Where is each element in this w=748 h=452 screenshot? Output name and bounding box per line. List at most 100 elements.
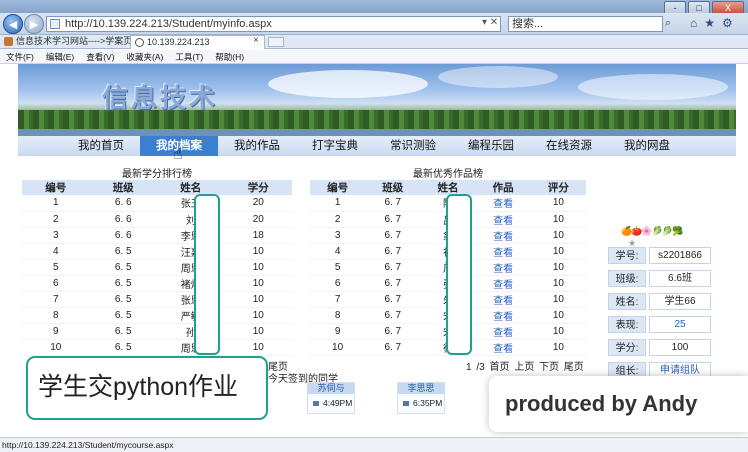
column-header: 姓名 (420, 180, 476, 195)
table-cell: 10 (530, 339, 586, 356)
table-row: 6 6. 5 褚炉 10 (22, 275, 292, 292)
scores-table: 编号 班级 姓名 学分 1 6. 6 张王 20 2 6. 6 刘 20 3 6. 6 李思 18 4 6. 5… (22, 180, 292, 356)
profile-field: 学分: 100 (608, 339, 711, 356)
menu-view[interactable]: 查看(V) (86, 50, 114, 63)
profile-value: s2201866 (649, 247, 711, 264)
profile-label: 姓名: (608, 293, 646, 310)
table-cell: 查看 (475, 259, 531, 276)
table-cell: 10 (530, 211, 586, 228)
table-cell: 6. 5 (89, 291, 157, 308)
view-work-link[interactable]: 查看 (493, 280, 513, 291)
nav-home[interactable]: 我的首页 (62, 136, 140, 156)
table-cell: 6. 5 (89, 259, 157, 276)
table-cell: 查看 (475, 195, 531, 212)
view-work-link[interactable]: 查看 (493, 216, 513, 227)
table-cell: 20 (224, 211, 292, 228)
works-pager[interactable]: 1 /3 首页 上页 下页 尾页 (466, 358, 584, 373)
table-row: 2 6. 6 刘 20 (22, 211, 292, 228)
address-text: http://10.139.224.213/Student/myinfo.asp… (65, 18, 272, 30)
table-cell: 10 (530, 307, 586, 324)
refresh-icon[interactable]: ▾ ✕ (482, 17, 498, 28)
view-work-link[interactable]: 查看 (493, 248, 513, 259)
tab-label: 10.139.224.213 (147, 37, 210, 47)
loading-icon (135, 38, 144, 47)
column-header: 班级 (89, 180, 157, 195)
tab-learning-site[interactable]: 信息技术学习网站---->学案页面 (0, 35, 141, 49)
view-work-link[interactable]: 查看 (493, 296, 513, 307)
table-cell: 2 (22, 211, 90, 228)
site-banner: 信息技术 (18, 64, 736, 136)
new-tab-button[interactable] (268, 37, 284, 47)
view-work-link[interactable]: 查看 (493, 199, 513, 210)
table-cell: 查看 (475, 211, 531, 228)
favorites-icon[interactable]: ★ (704, 16, 715, 30)
search-icon[interactable]: ⌕ (665, 17, 671, 30)
view-work-link[interactable]: 查看 (493, 328, 513, 339)
search-input[interactable]: 搜索... (508, 16, 663, 32)
profile-value[interactable]: 25 (649, 316, 711, 333)
profile-label: 班级: (608, 270, 646, 287)
gear-icon[interactable]: ⚙ (722, 16, 733, 30)
menu-tools[interactable]: 工具(T) (175, 50, 203, 63)
table-cell: 6 (310, 275, 366, 292)
address-bar[interactable]: http://10.139.224.213/Student/myinfo.asp… (46, 16, 501, 32)
clock-icon (403, 401, 409, 406)
table-cell: 6. 7 (365, 227, 421, 244)
nav-typing[interactable]: 打字宝典 (296, 136, 374, 156)
table-row: 10 6. 5 周思 10 (22, 339, 292, 356)
profile-label: 学号: (608, 247, 646, 264)
menu-help[interactable]: 帮助(H) (215, 50, 244, 63)
table-cell: 查看 (475, 307, 531, 324)
column-header: 姓名 (157, 180, 225, 195)
table-row: 9 6. 5 孙 10 (22, 323, 292, 340)
table-cell: 4 (310, 243, 366, 260)
table-cell: 10 (224, 323, 292, 340)
profile-value: 100 (649, 339, 711, 356)
signin-name[interactable]: 李思思 (398, 383, 444, 394)
fruit-badges: 🍊🍅🌸🥬🥬🥦 (621, 226, 683, 236)
producer-credit: produced by Andy (489, 376, 748, 432)
signin-name[interactable]: 苏伺与 (308, 383, 354, 394)
table-cell: 10 (530, 275, 586, 292)
hand-cursor-icon: ☝ (173, 146, 183, 163)
table-row: 5 6. 5 周思 10 (22, 259, 292, 276)
view-work-link[interactable]: 查看 (493, 312, 513, 323)
menu-edit[interactable]: 编辑(E) (46, 50, 74, 63)
nav-works[interactable]: 我的作品 (218, 136, 296, 156)
view-work-link[interactable]: 查看 (493, 232, 513, 243)
column-header: 编号 (310, 180, 366, 195)
profile-value: 学生66 (649, 293, 711, 310)
table-cell: 10 (530, 291, 586, 308)
redaction-marker (446, 194, 472, 355)
table-cell: 6. 7 (365, 259, 421, 276)
close-tab-icon[interactable]: × (253, 35, 259, 46)
table-cell: 5 (310, 259, 366, 276)
table-cell: 10 (530, 195, 586, 212)
forward-button[interactable]: ▶ (24, 14, 44, 34)
menu-file[interactable]: 文件(F) (6, 50, 34, 63)
table-row: 8 6. 5 严敏 10 (22, 307, 292, 324)
tab-current[interactable]: 10.139.224.213 (130, 35, 265, 49)
nav-quiz[interactable]: 常识测验 (374, 136, 452, 156)
menu-bar: 文件(F) 编辑(E) 查看(V) 收藏夹(A) 工具(T) 帮助(H) (0, 50, 748, 64)
column-header: 作品 (475, 180, 531, 195)
tab-strip: 信息技术学习网站---->学案页面 10.139.224.213 × (0, 35, 748, 49)
nav-programming[interactable]: 编程乐园 (452, 136, 530, 156)
view-work-link[interactable]: 查看 (493, 344, 513, 355)
table-cell: 18 (224, 227, 292, 244)
profile-field: 姓名: 学生66 (608, 293, 711, 310)
nav-resources[interactable]: 在线资源 (530, 136, 608, 156)
table-cell: 3 (22, 227, 90, 244)
home-icon[interactable]: ⌂ (690, 16, 697, 30)
table-cell: 查看 (475, 323, 531, 340)
table-cell: 6. 5 (89, 339, 157, 356)
back-button[interactable]: ◀ (3, 14, 23, 34)
view-work-link[interactable]: 查看 (493, 264, 513, 275)
table-cell: 查看 (475, 339, 531, 356)
table-cell: 6. 7 (365, 291, 421, 308)
menu-favorites[interactable]: 收藏夹(A) (127, 50, 164, 63)
table-row: 4 6. 5 汪嘉 10 (22, 243, 292, 260)
table-cell: 查看 (475, 291, 531, 308)
nav-netdisk[interactable]: 我的网盘 (608, 136, 686, 156)
profile-label: 学分: (608, 339, 646, 356)
